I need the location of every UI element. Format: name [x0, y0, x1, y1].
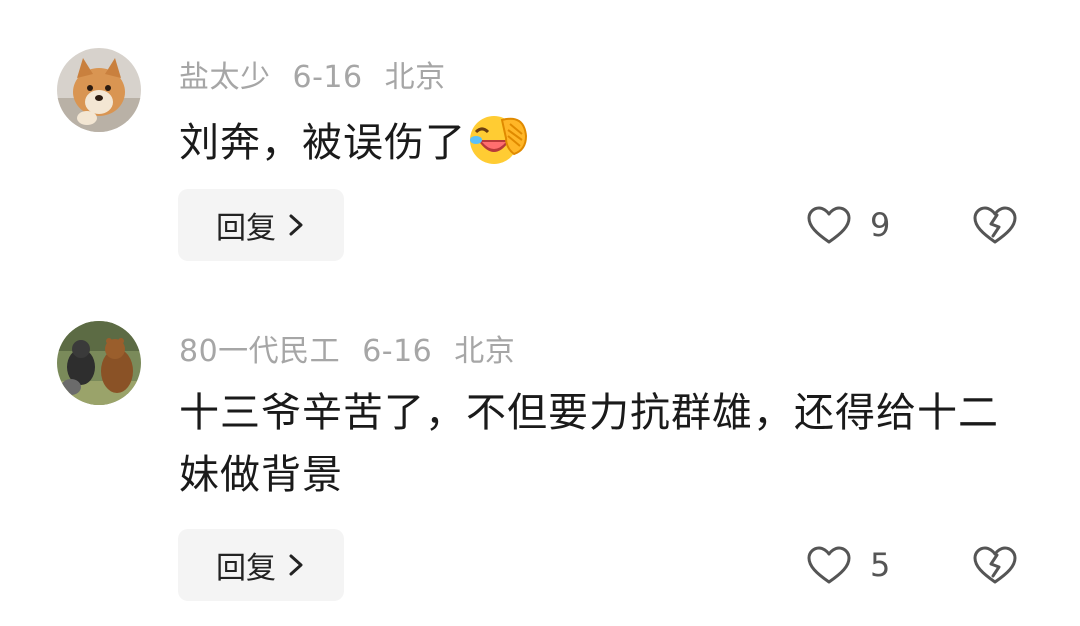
avatar[interactable]	[57, 48, 141, 132]
heart-outline-icon	[807, 206, 851, 244]
heart-outline-icon	[807, 546, 851, 584]
comment-location: 北京	[454, 334, 516, 369]
broken-heart-icon	[973, 546, 1017, 584]
comment-item: 80一代民工 6-16 北京 十三爷辛苦了，不但要力抗群雄，还得给十二妹做背景 回复…	[0, 300, 1080, 626]
reply-label: 回复	[216, 211, 276, 246]
comment-meta: 盐太少 6-16 北京	[179, 52, 468, 96]
chevron-right-icon	[289, 214, 303, 236]
comment-meta: 80一代民工 6-16 北京	[179, 326, 537, 370]
dislike-button[interactable]	[972, 529, 1018, 601]
comment-text-block: 十三爷辛苦了，不但要力抗群雄，还得给十二妹做背景	[179, 382, 1009, 506]
comment-text: 刘奔，被误伤了	[179, 120, 466, 166]
shiba-dog-avatar-icon	[57, 48, 141, 132]
broken-heart-icon	[973, 206, 1017, 244]
reply-label: 回复	[216, 551, 276, 586]
reply-button[interactable]: 回复	[178, 529, 344, 601]
comment-date: 6-16	[362, 334, 433, 369]
username[interactable]: 80一代民工	[179, 334, 340, 369]
animals-avatar-icon	[57, 321, 141, 405]
like-button[interactable]: 5	[806, 529, 890, 601]
avatar[interactable]	[57, 321, 141, 405]
like-button[interactable]: 9	[806, 189, 890, 261]
dislike-button[interactable]	[972, 189, 1018, 261]
comment-text: 十三爷辛苦了，不但要力抗群雄，还得给十二妹做背景	[179, 390, 999, 498]
comment-item: 盐太少 6-16 北京 刘奔，被误伤了 回复 9	[0, 0, 1080, 300]
like-count: 9	[870, 206, 891, 244]
laughing-face-with-hand-emoji-icon	[470, 116, 528, 164]
username[interactable]: 盐太少	[179, 60, 271, 95]
chevron-right-icon	[289, 554, 303, 576]
comment-text-block: 刘奔，被误伤了	[179, 110, 1019, 174]
comment-location: 北京	[384, 60, 446, 95]
like-count: 5	[870, 546, 891, 584]
comment-date: 6-16	[292, 60, 363, 95]
reply-button[interactable]: 回复	[178, 189, 344, 261]
